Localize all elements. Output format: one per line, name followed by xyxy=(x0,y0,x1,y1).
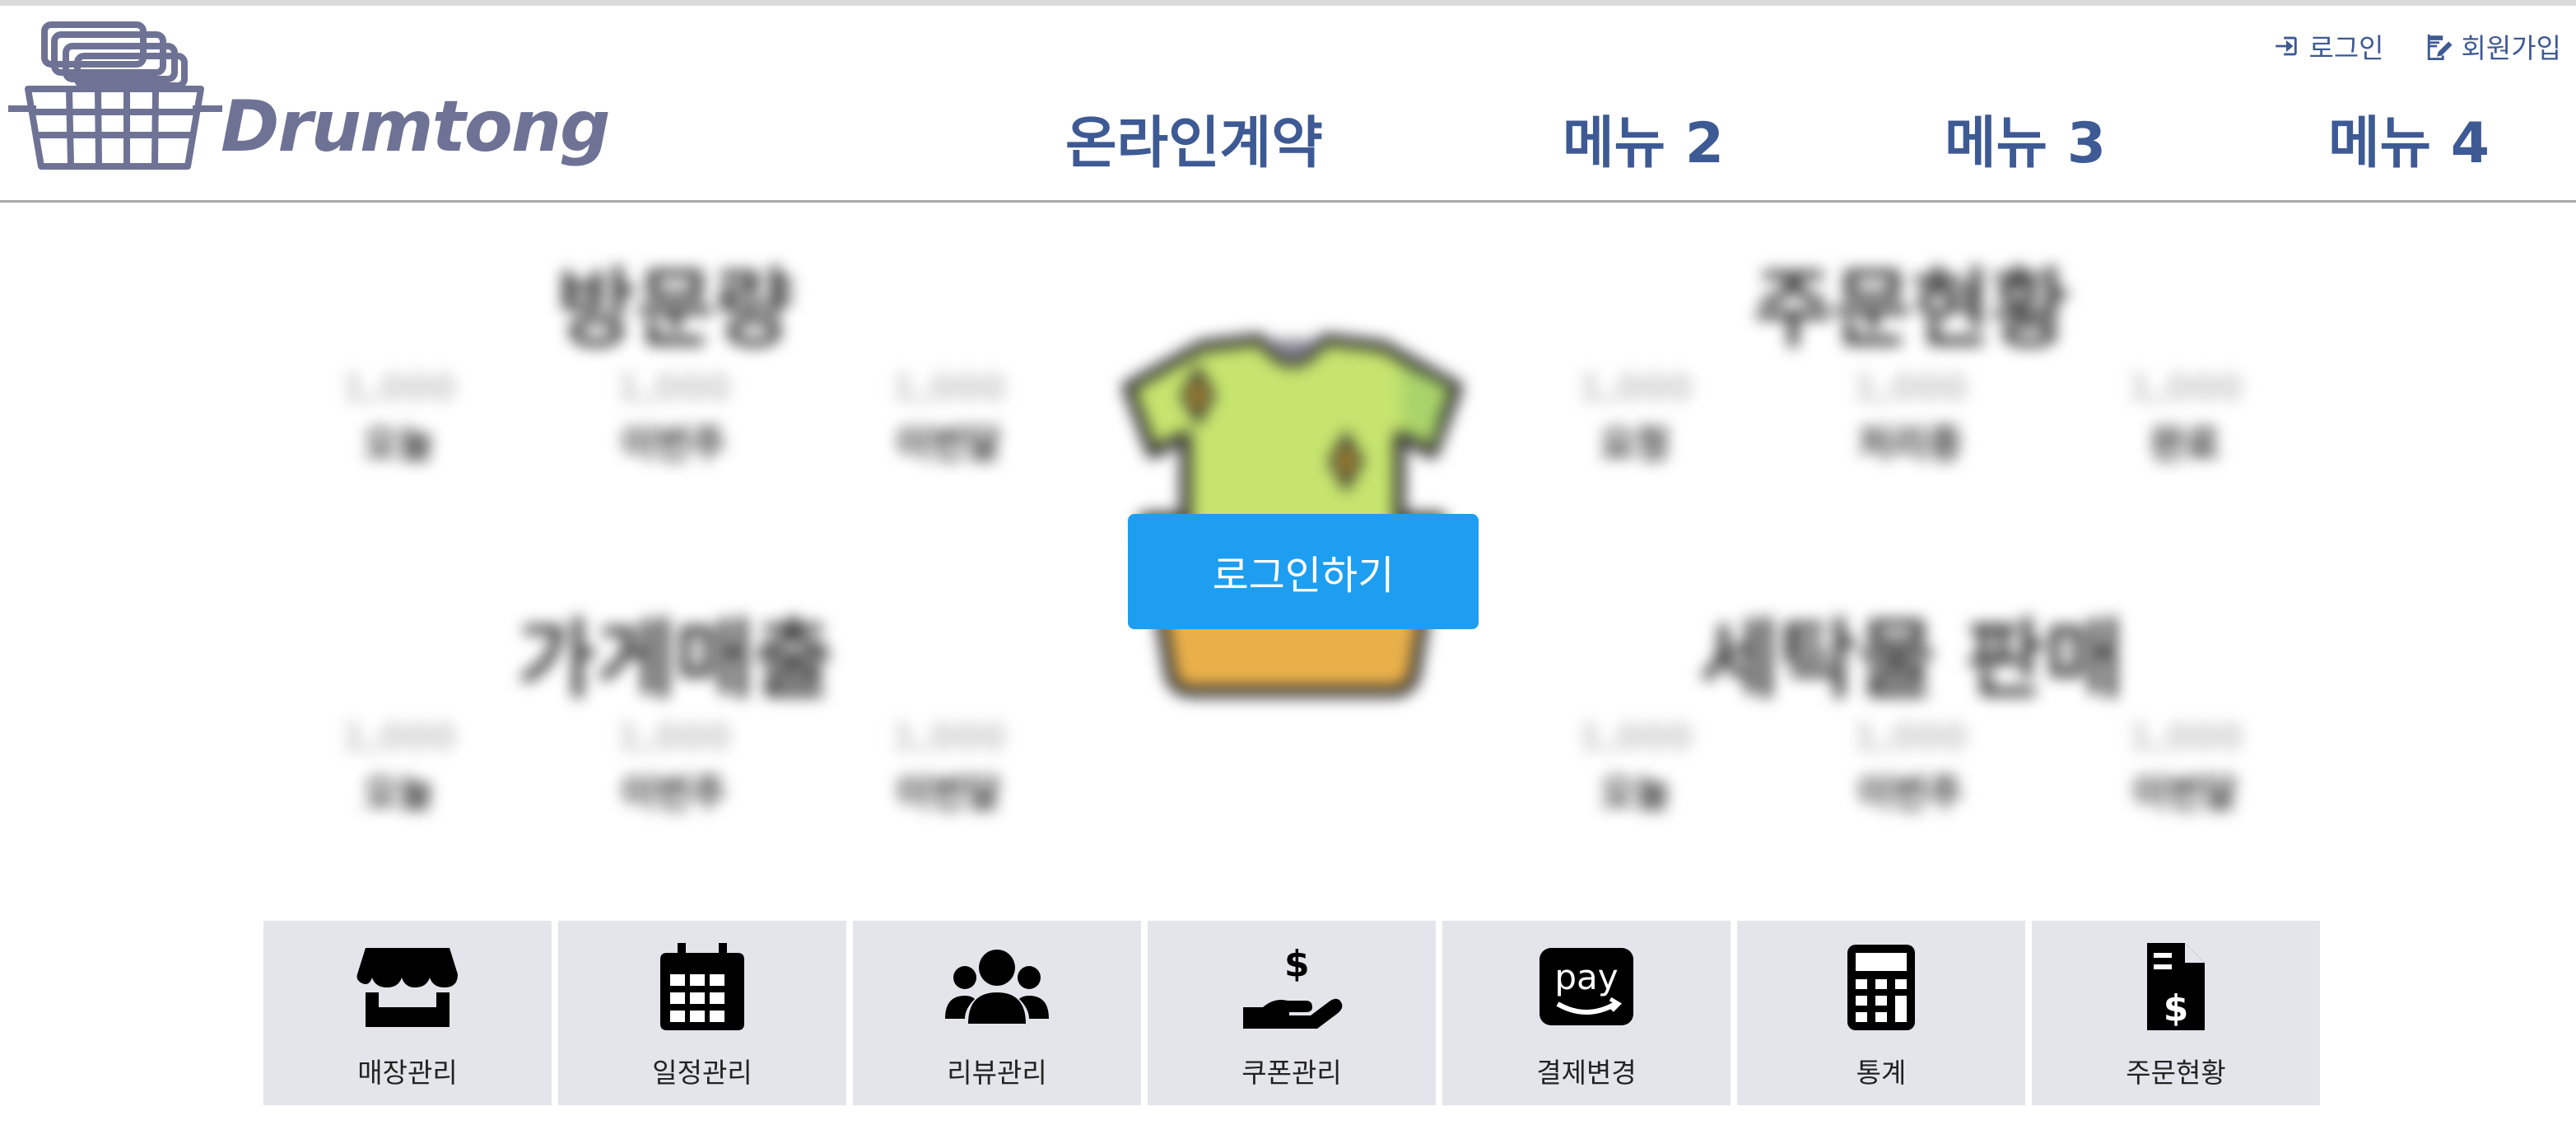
svg-text:pay: pay xyxy=(1554,957,1618,997)
login-button[interactable]: 로그인하기 xyxy=(1128,514,1479,629)
stat-value: 1,000 xyxy=(2127,717,2243,759)
stat-value: 1,000 xyxy=(1577,717,1693,759)
stat-cell: 1,000 완료 xyxy=(2111,367,2259,469)
stat-label: 이번달 xyxy=(2132,771,2238,815)
login-link[interactable]: 로그인 xyxy=(2272,26,2384,66)
stat-cell: 1,000 이번달 xyxy=(874,717,1022,818)
tile-review-management[interactable]: 리뷰관리 xyxy=(853,921,1141,1105)
stat-value: 1,000 xyxy=(891,367,1006,409)
panel-title-visits: 방문량 xyxy=(557,259,794,359)
stat-cell: 1,000 오늘 xyxy=(324,367,473,469)
stat-label: 오늘 xyxy=(363,422,434,466)
stat-label: 요청 xyxy=(1600,422,1670,466)
stat-value: 1,000 xyxy=(616,717,731,759)
tile-order-status[interactable]: $ 주문현황 xyxy=(2032,921,2320,1105)
stat-value: 1,000 xyxy=(341,717,456,759)
stat-cell: 1,000 이번달 xyxy=(2111,717,2259,818)
tile-label: 쿠폰관리 xyxy=(1241,1057,1342,1089)
stat-value: 1,000 xyxy=(341,367,456,409)
tile-payment-change[interactable]: pay 결제변경 xyxy=(1442,921,1731,1105)
hand-dollar-icon: $ xyxy=(1238,937,1345,1036)
stat-cell: 1,000 이번주 xyxy=(599,717,748,818)
stat-value: 1,000 xyxy=(2127,367,2243,409)
stat-value: 1,000 xyxy=(1852,367,1968,409)
stat-cell: 1,000 오늘 xyxy=(324,717,473,818)
stat-cell: 1,000 이번주 xyxy=(1836,717,1984,818)
tile-coupon-management[interactable]: $ 쿠폰관리 xyxy=(1148,921,1436,1105)
laundry-illustration xyxy=(1122,334,1463,698)
stat-value: 1,000 xyxy=(616,367,731,409)
stat-label: 오늘 xyxy=(1600,771,1670,815)
nav-item-menu-4[interactable]: 메뉴 4 xyxy=(2328,97,2490,179)
invoice-dollar-icon: $ xyxy=(2122,937,2229,1036)
amazon-pay-icon: pay xyxy=(1533,937,1640,1036)
stat-value: 1,000 xyxy=(1577,367,1693,409)
stat-label: 이번주 xyxy=(1857,771,1963,815)
calculator-icon xyxy=(1828,937,1935,1036)
stat-label: 완료 xyxy=(2150,422,2220,466)
svg-text:$: $ xyxy=(2164,987,2189,1029)
sign-in-icon xyxy=(2276,36,2298,56)
panel-title-orders: 주문현황 xyxy=(1754,259,2070,359)
stat-label: 이번주 xyxy=(621,771,726,815)
stat-value: 1,000 xyxy=(891,717,1006,759)
signup-link[interactable]: 회원가입 xyxy=(2425,26,2561,66)
users-icon xyxy=(943,937,1050,1036)
store-icon xyxy=(354,937,461,1036)
tile-store-management[interactable]: 매장관리 xyxy=(263,921,552,1105)
tile-statistics[interactable]: 통계 xyxy=(1737,921,2025,1105)
stat-cell: 1,000 처리중 xyxy=(1836,367,1984,469)
stat-label: 이번주 xyxy=(621,422,726,466)
stat-cell: 1,000 이번주 xyxy=(599,367,748,469)
login-link-label: 로그인 xyxy=(2308,32,2384,64)
nav-item-menu-2[interactable]: 메뉴 2 xyxy=(1563,97,1724,179)
tile-schedule-management[interactable]: 일정관리 xyxy=(558,921,846,1105)
tile-label: 리뷰관리 xyxy=(947,1057,1047,1089)
stat-label: 이번달 xyxy=(896,771,1001,815)
stat-value: 1,000 xyxy=(1852,717,1968,759)
stat-cell: 1,000 요청 xyxy=(1561,367,1709,469)
nav-item-menu-3[interactable]: 메뉴 3 xyxy=(1945,97,2106,179)
panel-title-laundry-sales: 세탁물 판매 xyxy=(1699,609,2124,710)
svg-text:$: $ xyxy=(1284,943,1310,985)
tile-label: 결제변경 xyxy=(1536,1057,1637,1089)
top-border xyxy=(0,0,2576,6)
quick-menu: 매장관리 일정관리 리뷰관리 $ 쿠폰관리 pay 결제변경 통계 $ 주문현황 xyxy=(263,921,2320,1105)
tile-label: 일정관리 xyxy=(652,1057,752,1089)
stat-cell: 1,000 오늘 xyxy=(1561,717,1709,818)
tile-label: 매장관리 xyxy=(357,1057,458,1089)
panel-title-store-sales: 가게매출 xyxy=(517,609,833,710)
tile-label: 주문현황 xyxy=(2126,1057,2226,1089)
tile-label: 통계 xyxy=(1856,1057,1907,1089)
stat-cell: 1,000 이번달 xyxy=(874,367,1022,469)
stat-label: 처리중 xyxy=(1857,422,1963,466)
stat-label: 이번달 xyxy=(896,422,1001,466)
calendar-icon xyxy=(649,937,756,1036)
edit-user-icon xyxy=(2427,34,2453,60)
stat-label: 오늘 xyxy=(363,771,434,815)
auth-links: 로그인 회원가입 xyxy=(2272,26,2561,66)
signup-link-label: 회원가입 xyxy=(2461,32,2561,64)
